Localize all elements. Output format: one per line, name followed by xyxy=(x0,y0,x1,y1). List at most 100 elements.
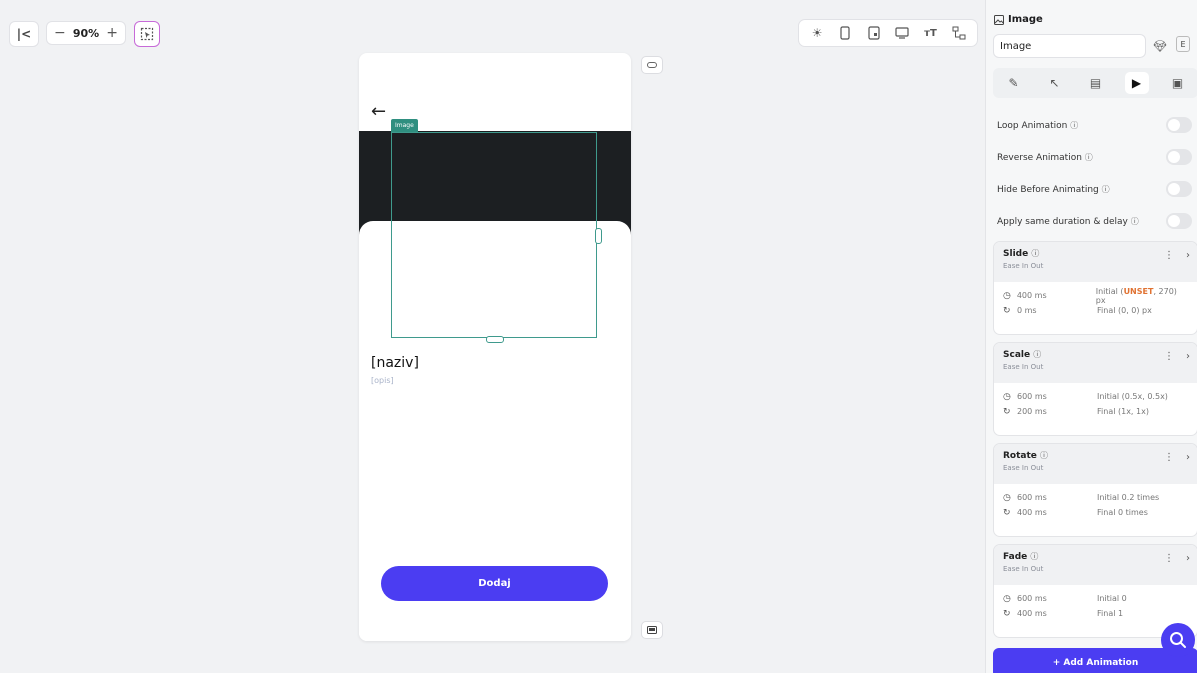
delay-icon: ↻ xyxy=(1003,507,1011,518)
animation-name: Scale xyxy=(1003,350,1031,360)
tab-backend[interactable]: ▤ xyxy=(1084,72,1108,94)
widget-name-value: Image xyxy=(1000,40,1032,52)
panel-header-title: Image xyxy=(1008,14,1043,25)
toggle-loop-animation: Loop Animation ⓘ xyxy=(997,116,1192,134)
animation-ease: Ease In Out xyxy=(1003,464,1044,472)
properties-panel: Image Image 💎︎ E ✎ ↖ ▤ ▶ ▣ Loop Animatio… xyxy=(985,0,1197,673)
more-vertical-icon[interactable]: ⋮ xyxy=(1164,452,1174,463)
animation-delay: 0 ms xyxy=(1017,306,1037,315)
apply-same-duration-switch[interactable] xyxy=(1166,213,1192,229)
animation-duration: 400 ms xyxy=(1016,291,1047,300)
delay-icon: ↻ xyxy=(1003,305,1011,316)
animation-name: Slide xyxy=(1003,249,1029,259)
toggle-label: Loop Animation xyxy=(997,120,1068,131)
animation-delay: 400 ms xyxy=(1017,609,1047,618)
delay-icon: ↻ xyxy=(1003,608,1011,619)
text-scale-icon[interactable]: тT xyxy=(920,23,940,43)
animation-initial: Initial (UNSET, 270) px xyxy=(1095,286,1177,305)
info-icon[interactable]: ⓘ xyxy=(1131,217,1139,226)
clock-icon: ◷ xyxy=(1003,391,1011,402)
info-icon[interactable]: ⓘ xyxy=(1102,185,1110,194)
animation-final: Final 1 xyxy=(1097,609,1124,618)
delay-icon: ↻ xyxy=(1003,406,1011,417)
info-icon[interactable]: ⓘ xyxy=(1030,552,1038,561)
more-vertical-icon[interactable]: ⋮ xyxy=(1164,250,1174,261)
animation-ease: Ease In Out xyxy=(1003,262,1044,270)
keyboard-icon xyxy=(647,626,657,634)
animation-final: Final 0 times xyxy=(1097,508,1148,517)
clock-icon: ◷ xyxy=(1003,593,1011,604)
animation-card-fade[interactable]: Fade ⓘ Ease In Out ⋮ › ◷ 600 ms Initial 0 ↻… xyxy=(993,544,1197,638)
animation-card-scale[interactable]: Scale ⓘ Ease In Out ⋮ › ◷ 600 ms Initial (0… xyxy=(993,342,1197,436)
desktop-device-icon[interactable] xyxy=(892,23,912,43)
toggle-reverse-animation: Reverse Animation ⓘ xyxy=(997,148,1192,166)
toggle-label: Apply same duration & delay xyxy=(997,216,1128,227)
panel-top-actions: 💎︎ E xyxy=(1150,36,1190,56)
animation-ease: Ease In Out xyxy=(1003,565,1044,573)
panel-header: Image xyxy=(994,14,1043,25)
selection-tag: Image xyxy=(391,119,418,132)
tab-more[interactable]: ▣ xyxy=(1166,72,1190,94)
search-fab[interactable] xyxy=(1161,623,1195,657)
item-title: [naziv] xyxy=(371,355,419,371)
code-icon[interactable]: E xyxy=(1176,36,1190,52)
animation-card-slide[interactable]: Slide ⓘ Ease In Out ⋮ › ◷ 400 ms Initial (U… xyxy=(993,241,1197,335)
more-vertical-icon[interactable]: ⋮ xyxy=(1164,351,1174,362)
add-button[interactable]: Dodaj xyxy=(381,566,608,601)
zoom-out-button[interactable]: − xyxy=(54,25,66,41)
tab-animations[interactable]: ▶ xyxy=(1124,72,1149,94)
animation-delay: 400 ms xyxy=(1017,508,1047,517)
animation-name: Rotate xyxy=(1003,451,1037,461)
layout-tree-icon[interactable] xyxy=(949,23,969,43)
loop-animation-switch[interactable] xyxy=(1166,117,1192,133)
panel-tabs: ✎ ↖ ▤ ▶ ▣ xyxy=(993,68,1197,98)
search-icon xyxy=(1170,632,1186,648)
animation-delay: 200 ms xyxy=(1017,407,1047,416)
grid-select-icon xyxy=(140,27,154,41)
frame-bottom-toggle[interactable] xyxy=(641,621,663,639)
reverse-animation-switch[interactable] xyxy=(1166,149,1192,165)
more-vertical-icon[interactable]: ⋮ xyxy=(1164,553,1174,564)
chevron-right-icon[interactable]: › xyxy=(1186,351,1190,362)
info-icon[interactable]: ⓘ xyxy=(1033,350,1041,359)
zoom-level[interactable]: 90% xyxy=(73,27,99,40)
canvas-mode-button[interactable] xyxy=(134,21,160,47)
tab-properties[interactable]: ✎ xyxy=(1002,72,1026,94)
animation-final: Final (0, 0) px xyxy=(1097,306,1152,315)
collapse-panel-button[interactable]: |< xyxy=(9,21,39,47)
light-mode-icon[interactable]: ☀ xyxy=(807,23,827,43)
tablet-device-icon[interactable] xyxy=(864,23,884,43)
frame-top-toggle[interactable] xyxy=(641,56,663,74)
tab-actions[interactable]: ↖ xyxy=(1043,72,1067,94)
animation-duration: 600 ms xyxy=(1017,392,1047,401)
chevron-right-icon[interactable]: › xyxy=(1186,250,1190,261)
info-icon[interactable]: ⓘ xyxy=(1031,249,1039,258)
info-icon[interactable]: ⓘ xyxy=(1085,153,1093,162)
toggle-hide-before-animating: Hide Before Animating ⓘ xyxy=(997,180,1192,198)
chevron-right-icon[interactable]: › xyxy=(1186,452,1190,463)
collapse-icon: |< xyxy=(16,27,32,41)
chevron-right-icon[interactable]: › xyxy=(1186,553,1190,564)
toggle-apply-same-duration: Apply same duration & delay ⓘ xyxy=(997,212,1192,230)
resize-handle-bottom[interactable] xyxy=(486,336,504,343)
clock-icon: ◷ xyxy=(1003,492,1011,503)
phone-device-icon[interactable] xyxy=(835,23,855,43)
info-icon[interactable]: ⓘ xyxy=(1070,121,1078,130)
animation-final: Final (1x, 1x) xyxy=(1097,407,1149,416)
design-canvas[interactable]: |< − 90% + ☀ тT ← [naziv] [opis] Dodaj I… xyxy=(0,0,985,673)
zoom-in-button[interactable]: + xyxy=(106,25,118,41)
selection-outline[interactable] xyxy=(391,132,597,338)
resize-handle-right[interactable] xyxy=(595,228,602,244)
gem-icon[interactable]: 💎︎ xyxy=(1150,36,1170,56)
info-icon[interactable]: ⓘ xyxy=(1040,451,1048,460)
zoom-control: − 90% + xyxy=(46,21,126,45)
animation-card-rotate[interactable]: Rotate ⓘ Ease In Out ⋮ › ◷ 600 ms Initial 0… xyxy=(993,443,1197,537)
widget-name-input[interactable]: Image xyxy=(993,34,1146,58)
toggle-label: Hide Before Animating xyxy=(997,184,1099,195)
animation-ease: Ease In Out xyxy=(1003,363,1044,371)
image-icon xyxy=(994,14,1004,25)
back-arrow-icon[interactable]: ← xyxy=(371,103,386,121)
hide-before-animating-switch[interactable] xyxy=(1166,181,1192,197)
animation-duration: 600 ms xyxy=(1017,594,1047,603)
animation-duration: 600 ms xyxy=(1017,493,1047,502)
